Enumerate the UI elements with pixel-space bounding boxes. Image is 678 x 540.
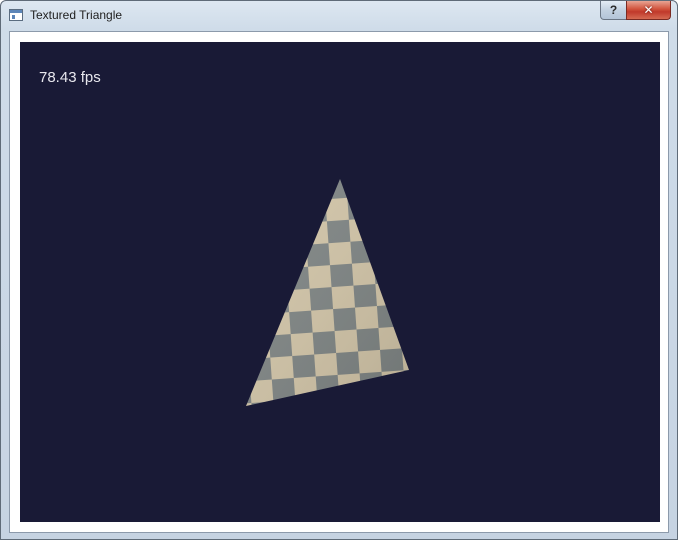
help-icon: ? <box>609 3 618 17</box>
app-window: Textured Triangle ? ✕ 78.43 fps <box>0 0 678 540</box>
app-window-icon[interactable] <box>9 9 23 21</box>
window-title: Textured Triangle <box>30 8 123 22</box>
close-icon: ✕ <box>643 3 654 17</box>
close-button[interactable]: ✕ <box>626 1 671 20</box>
help-button[interactable]: ? <box>600 1 627 20</box>
scene-canvas <box>246 179 409 406</box>
caption-buttons: ? ✕ <box>600 1 671 21</box>
gl-viewport[interactable]: 78.43 fps <box>20 42 660 522</box>
title-bar[interactable]: Textured Triangle ? ✕ <box>1 1 677 31</box>
client-area: 78.43 fps <box>9 31 669 533</box>
triangle-shading <box>246 179 409 406</box>
fps-counter: 78.43 fps <box>39 69 101 86</box>
